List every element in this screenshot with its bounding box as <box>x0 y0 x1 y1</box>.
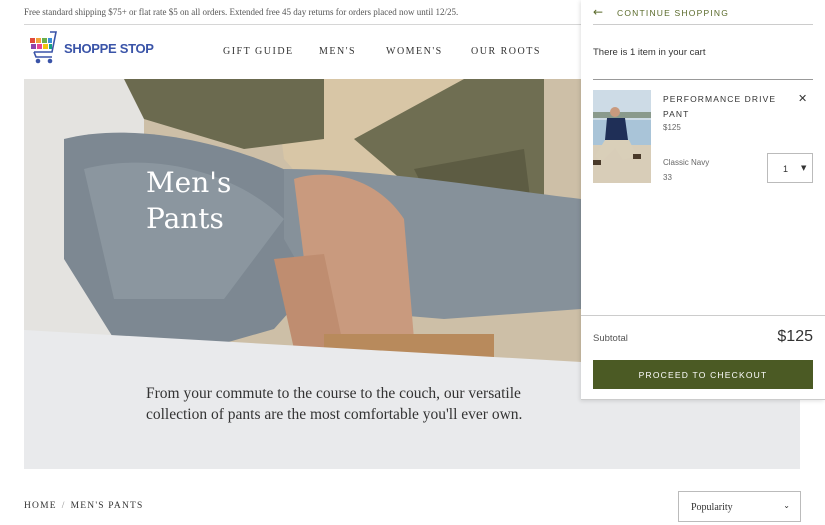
breadcrumb-home[interactable]: HOME <box>24 501 57 511</box>
category-description: From your commute to the course to the c… <box>146 385 523 423</box>
sort-select[interactable]: Popularity ⌄ <box>678 491 801 522</box>
logo-text: SHOPPE STOP <box>64 41 154 56</box>
checkout-button[interactable]: PROCEED TO CHECKOUT <box>593 360 813 389</box>
cart-item-thumbnail[interactable] <box>593 90 651 183</box>
quantity-value: 1 <box>783 164 789 174</box>
nav-womens[interactable]: WOMEN'S <box>386 46 443 57</box>
cart-item-price: $125 <box>663 123 681 132</box>
chevron-down-icon: ⌄ <box>783 501 790 510</box>
sort-selected-value: Popularity <box>691 502 733 513</box>
logo[interactable]: SHOPPE STOP <box>28 30 154 70</box>
arrow-left-icon: ← <box>593 5 604 19</box>
product-photo <box>593 90 651 183</box>
caret-down-icon: ▼ <box>801 164 807 172</box>
nav-mens[interactable]: MEN'S <box>319 46 356 57</box>
page-title-line1: Men's <box>146 166 232 199</box>
nav-gift-guide[interactable]: GIFT GUIDE <box>223 46 294 57</box>
cart-logo-icon <box>30 31 57 64</box>
nav-our-roots[interactable]: OUR ROOTS <box>471 46 541 57</box>
breadcrumb: HOME / MEN'S PANTS <box>24 501 144 511</box>
breadcrumb-current: MEN'S PANTS <box>70 501 144 511</box>
page-title-line2: Pants <box>146 202 224 235</box>
divider <box>581 315 825 316</box>
checkout-button-label: PROCEED TO CHECKOUT <box>638 370 768 380</box>
cart-item-size: 33 <box>663 173 672 182</box>
promo-text: Free standard shipping $75+ or flat rate… <box>24 7 459 17</box>
cart-item-color: Classic Navy <box>663 158 710 167</box>
cart-item-name[interactable]: PERFORMANCE DRIVE PANT <box>663 92 783 122</box>
subtotal-label: Subtotal <box>593 333 628 344</box>
quantity-select[interactable]: 1 ▼ <box>767 153 813 183</box>
close-icon[interactable]: ✕ <box>798 92 807 105</box>
divider <box>593 79 813 80</box>
cart-item-count: There is 1 item in your cart <box>593 47 706 58</box>
promo-bar: Free standard shipping $75+ or flat rate… <box>24 0 594 25</box>
continue-shopping-label: CONTINUE SHOPPING <box>617 8 730 18</box>
subtotal-value: $125 <box>777 328 813 345</box>
hero-image: Men's Pants <box>24 79 581 362</box>
continue-shopping-link[interactable]: ← CONTINUE SHOPPING <box>593 5 813 25</box>
cart-drawer: ← CONTINUE SHOPPING There is 1 item in y… <box>581 0 825 400</box>
breadcrumb-separator: / <box>61 501 66 511</box>
page-title: Men's Pants <box>146 165 346 237</box>
